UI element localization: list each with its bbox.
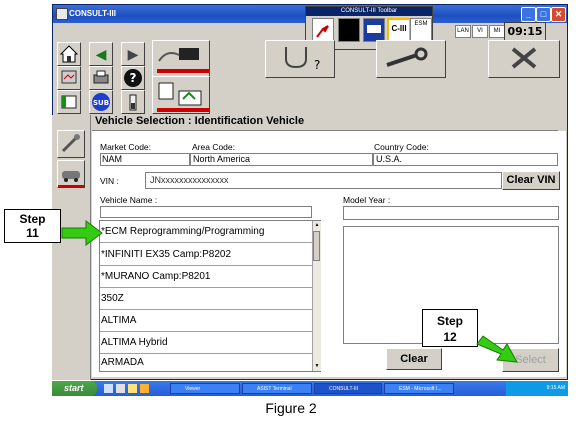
battery-icon[interactable] (121, 90, 145, 114)
maximize-button[interactable]: □ (536, 7, 551, 22)
model-year-field[interactable] (343, 206, 559, 220)
system-tray: 9:15 AM (506, 381, 568, 396)
vehicle-name-filter[interactable] (100, 206, 312, 218)
forward-arrow-icon[interactable]: ▶ (121, 42, 145, 66)
task-consult-iii[interactable]: CONSULT-III (314, 383, 382, 394)
vehicle-data-active-bar (157, 108, 209, 112)
scroll-up-icon[interactable]: ▲ (313, 221, 321, 229)
svg-text:?: ? (130, 71, 137, 85)
quick-launch-icon[interactable] (140, 384, 149, 393)
step-12-arrow (476, 335, 518, 363)
svg-text:SUB: SUB (93, 99, 109, 107)
diagnosis-active-bar (157, 69, 209, 73)
window-title: CONSULT-III (69, 9, 116, 18)
vehicle-name-label: Vehicle Name : (100, 195, 158, 205)
mi-icon: MI (489, 25, 505, 38)
list-item[interactable]: ARMADA (100, 354, 312, 371)
vehicle-select-icon[interactable] (57, 160, 85, 188)
market-code-field: NAM (100, 153, 190, 166)
tray-clock: 9:15 AM (546, 385, 565, 391)
list-item[interactable]: ALTIMA (100, 310, 312, 332)
quick-launch-icon[interactable] (128, 384, 137, 393)
scroll-down-icon[interactable]: ▼ (313, 362, 321, 370)
page-title: Vehicle Selection : Identification Vehic… (92, 115, 558, 131)
task-esm[interactable]: ESM - Microsoft I... (384, 383, 454, 394)
country-code-label: Country Code: (374, 142, 429, 152)
help-icon[interactable]: ? (121, 66, 145, 90)
model-year-label: Model Year : (343, 195, 391, 205)
printer-icon[interactable] (89, 66, 113, 90)
asist-icon[interactable] (363, 18, 385, 42)
figure-caption: Figure 2 (265, 400, 317, 416)
list-item[interactable]: 350Z (100, 288, 312, 310)
vin-input[interactable]: JNxxxxxxxxxxxxxxx (145, 172, 502, 189)
task-asist-terminal[interactable]: ASIST Terminal (242, 383, 312, 394)
sub-mode-icon[interactable]: SUB (89, 90, 113, 114)
vin-label: VIN : (100, 176, 119, 186)
app-icon (56, 8, 68, 20)
vehicle-select-active-bar (58, 185, 84, 188)
plug-icon[interactable] (312, 18, 334, 42)
tools-icon[interactable] (57, 130, 85, 158)
step-11-label: Step 11 (4, 209, 61, 243)
list-item[interactable]: *INFINITI EX35 Camp:P8202 (100, 244, 312, 266)
lan-icon: LAN (455, 25, 471, 38)
list-item[interactable]: ALTIMA Hybrid (100, 332, 312, 354)
area-code-field: North America (190, 153, 373, 166)
list-scrollbar[interactable]: ▲ ▼ (312, 221, 321, 371)
recorder-icon[interactable] (57, 90, 81, 114)
step-12-label: Step 12 (422, 309, 478, 347)
wrench-icon[interactable] (376, 40, 446, 78)
esm-button[interactable]: ESM (410, 18, 432, 42)
quick-launch-icon[interactable] (116, 384, 125, 393)
stethoscope-icon[interactable]: ? (265, 40, 335, 78)
start-button[interactable]: start (52, 381, 97, 396)
close-button[interactable]: ✕ (551, 7, 566, 22)
country-code-field: U.S.A. (373, 153, 558, 166)
back-arrow-icon[interactable]: ◀ (89, 42, 113, 66)
list-item[interactable]: *ECM Reprogramming/Programming (100, 221, 312, 243)
taskbar: start Viewer ASIST Terminal CONSULT-III … (52, 381, 568, 396)
step-11-arrow (61, 220, 103, 246)
toolbar-title: CONSULT-III Toolbar (306, 7, 432, 16)
market-code-label: Market Code: (100, 142, 152, 152)
list-item[interactable]: *MURANO Camp:P8201 (100, 266, 312, 288)
minimize-button[interactable]: _ (521, 7, 536, 22)
quick-launch-icon[interactable] (104, 384, 113, 393)
reprogramming-icon[interactable] (488, 40, 560, 78)
screen-capture-icon[interactable] (57, 66, 81, 90)
clock: 09:15 (504, 22, 546, 41)
terminal-icon[interactable] (338, 18, 360, 42)
svg-text:?: ? (314, 58, 320, 72)
vi-icon: VI (472, 25, 488, 38)
clear-button[interactable]: Clear (386, 348, 442, 370)
scroll-thumb[interactable] (313, 231, 320, 261)
task-viewer[interactable]: Viewer (170, 383, 240, 394)
home-icon[interactable] (57, 42, 81, 66)
area-code-label: Area Code: (192, 142, 235, 152)
clear-vin-button[interactable]: Clear VIN (502, 171, 560, 190)
